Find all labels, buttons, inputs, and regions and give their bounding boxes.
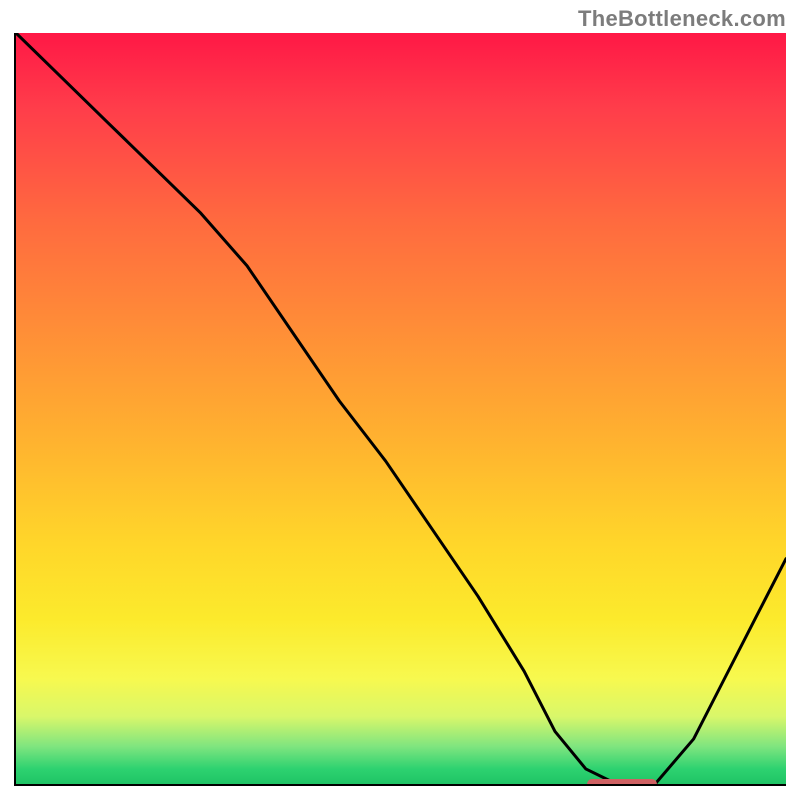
curve-svg bbox=[16, 33, 786, 784]
plot-area bbox=[14, 33, 786, 786]
optimum-marker bbox=[587, 779, 656, 786]
watermark-text: TheBottleneck.com bbox=[578, 6, 786, 32]
bottleneck-curve bbox=[16, 33, 786, 784]
chart-container: TheBottleneck.com bbox=[0, 0, 800, 800]
